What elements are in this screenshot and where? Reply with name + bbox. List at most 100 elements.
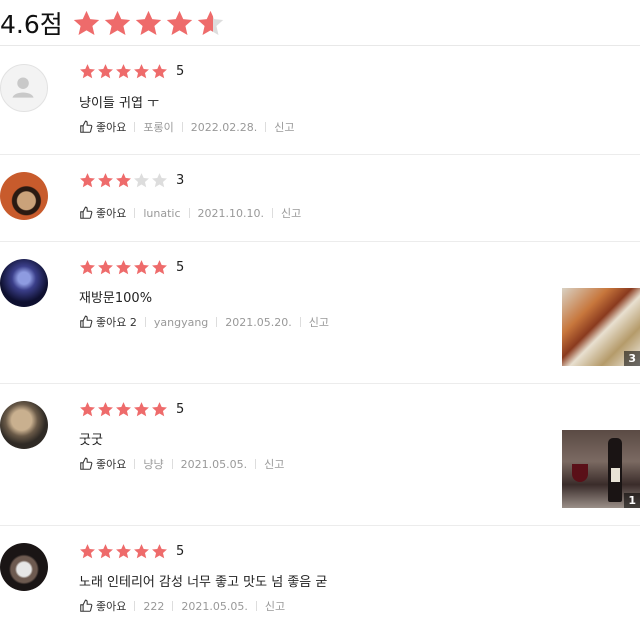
divider [188,208,190,218]
avatar [0,259,48,307]
star-icon [98,260,113,275]
report-button[interactable]: 신고 [265,598,285,614]
author-name: 222 [143,599,165,613]
thumbs-up-icon [80,120,93,133]
thumbs-up-icon [80,599,93,612]
like-button[interactable]: 좋아요 [79,456,126,472]
avatar [0,172,48,220]
rating-number: 5 [176,544,185,559]
thumbs-up-icon [80,315,93,328]
star-icon [134,260,149,275]
review-date: 2021.10.10. [197,206,265,220]
empty-star-icon [152,173,167,188]
divider [272,208,274,218]
review-item: 3 좋아요 lunatic 2021.10.10. 신고 [0,155,640,242]
review-date: 2022.02.28. [190,120,258,134]
review-date: 2021.05.05. [180,457,248,471]
review-stars: 5 [79,543,184,560]
author-name: yangyang [153,315,209,329]
like-label: 좋아요 2 [96,316,137,329]
star-icon [116,260,131,275]
star-icon [80,544,95,559]
default-user-icon [12,77,34,98]
avatar [0,543,48,591]
empty-star-icon [134,173,149,188]
star-icon [134,544,149,559]
review-text: 노래 인테리어 감성 너무 좋고 맛도 넘 좋음 굳 [79,575,328,590]
like-label: 좋아요 [96,600,127,613]
report-button[interactable]: 신고 [274,119,294,135]
review-meta: 좋아요 포롱이 2022.02.28. 신고 [79,119,294,135]
star-icon [116,402,131,417]
review-photo-thumbnail[interactable]: 1 [562,430,640,508]
review-meta: 좋아요 2 yangyang 2021.05.20. 신고 [79,314,329,330]
wine-glass-shape [572,464,588,482]
review-item: 5 재방문100% 좋아요 2 yangyang 2021.05.20. 신고 … [0,242,640,384]
review-text: 재방문100% [79,291,153,306]
star-icon [134,64,149,79]
star-icon [73,10,100,35]
divider [216,317,218,327]
author-name: 포롱이 [143,121,174,134]
average-stars [72,9,225,38]
star-icon [80,64,95,79]
average-score: 4.6점 [0,10,63,39]
divider [265,122,267,132]
star-icon [152,402,167,417]
divider [134,601,136,611]
report-button[interactable]: 신고 [281,205,301,221]
review-meta: 좋아요 222 2021.05.05. 신고 [79,598,285,614]
thumbs-up-icon [80,457,93,470]
divider [134,459,136,469]
star-icon [116,544,131,559]
star-icon [80,173,95,188]
like-button[interactable]: 좋아요 2 [79,314,137,330]
photo-count-badge: 1 [624,493,640,508]
review-stars: 5 [79,63,184,80]
divider [172,601,174,611]
rating-number: 3 [176,173,185,188]
divider [144,317,146,327]
review-item: 5 노래 인테리어 감성 너무 좋고 맛도 넘 좋음 굳 좋아요 222 202… [0,526,640,633]
divider [171,459,173,469]
divider [299,317,301,327]
star-icon [152,544,167,559]
star-icon [80,402,95,417]
author-name: 냥냥 [143,458,164,471]
rating-number: 5 [176,260,185,275]
review-meta: 좋아요 냥냥 2021.05.05. 신고 [79,456,284,472]
rating-summary: 4.6점 [0,0,640,46]
divider [255,459,257,469]
author-name: lunatic [143,206,181,220]
divider [181,122,183,132]
divider [255,601,257,611]
like-label: 좋아요 [96,207,127,220]
review-photo-thumbnail[interactable]: 3 [562,288,640,366]
bottle-label-shape [611,468,620,482]
report-button[interactable]: 신고 [309,314,329,330]
star-icon [134,402,149,417]
like-button[interactable]: 좋아요 [79,205,126,221]
review-item: 5 굿굿 좋아요 냥냥 2021.05.05. 신고 1 [0,384,640,526]
star-icon [116,173,131,188]
like-label: 좋아요 [96,121,127,134]
rating-number: 5 [176,64,185,79]
star-icon [98,173,113,188]
star-icon [80,260,95,275]
avatar [0,64,48,112]
review-stars: 5 [79,259,184,276]
like-button[interactable]: 좋아요 [79,119,126,135]
divider [134,208,136,218]
star-icon [166,10,193,35]
thumbs-up-icon [80,206,93,219]
review-stars: 5 [79,401,184,418]
star-icon [152,260,167,275]
review-date: 2021.05.05. [181,599,248,613]
like-button[interactable]: 좋아요 [79,598,126,614]
like-label: 좋아요 [96,458,127,471]
star-icon [152,64,167,79]
review-text: 굿굿 [79,433,103,448]
review-date: 2021.05.20. [225,315,292,329]
review-item: 5 냥이들 귀엽 ㅜ 좋아요 포롱이 2022.02.28. 신고 [0,46,640,155]
report-button[interactable]: 신고 [264,456,284,472]
